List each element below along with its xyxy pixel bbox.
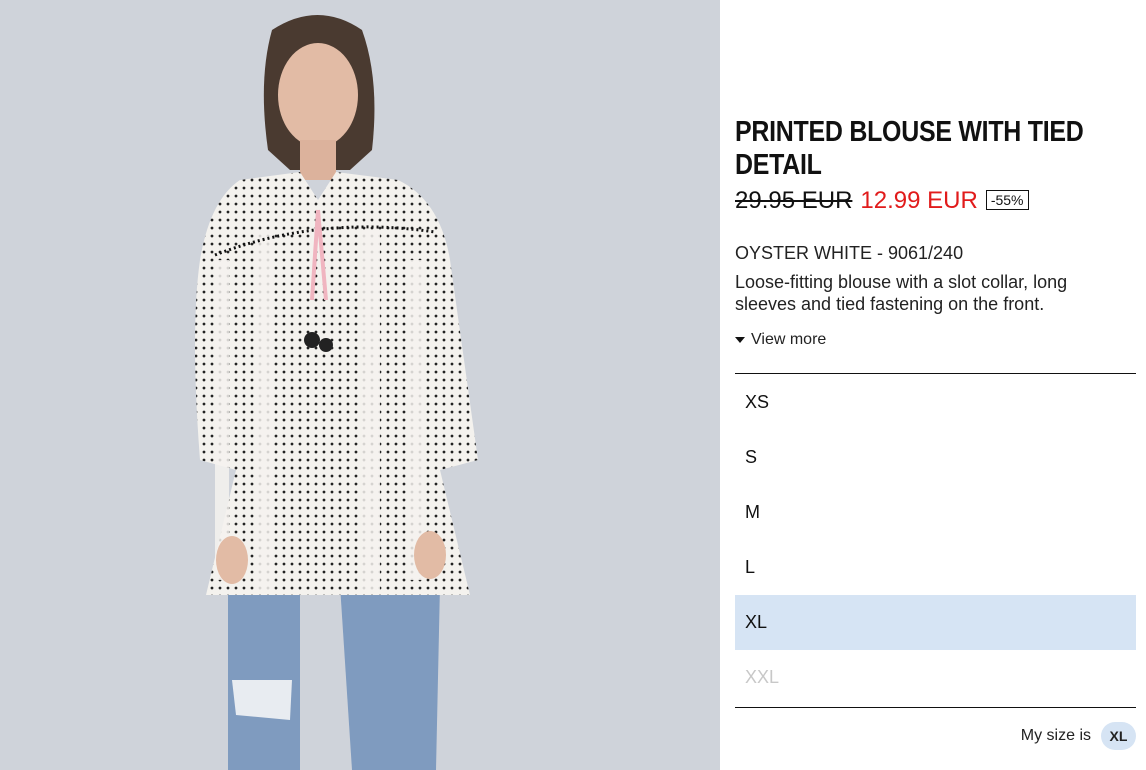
size-option-m[interactable]: M — [735, 485, 1136, 540]
price-row: 29.95 EUR 12.99 EUR -55% — [735, 187, 1029, 215]
discount-badge: -55% — [985, 190, 1029, 210]
view-more-label: View more — [751, 331, 827, 348]
my-size-indicator: My size is XL — [1021, 722, 1136, 750]
product-title: PRINTED BLOUSE WITH TIED DETAIL — [735, 116, 1084, 181]
view-more-button[interactable]: View more — [735, 331, 826, 349]
size-option-s[interactable]: S — [735, 430, 1136, 485]
size-option-l[interactable]: L — [735, 540, 1136, 595]
my-size-label: My size is — [1020, 727, 1091, 744]
size-option-xl[interactable]: XL — [735, 595, 1136, 650]
sale-price: 12.99 EUR — [860, 187, 978, 214]
size-option-xs[interactable]: XS — [735, 375, 1136, 430]
product-description: Loose-fitting blouse with a slot collar,… — [735, 272, 1068, 314]
old-price: 29.95 EUR — [735, 187, 853, 214]
color-reference: OYSTER WHITE - 9061/240 — [735, 243, 964, 263]
size-option-xxl[interactable]: XXL — [735, 650, 1136, 705]
product-image[interactable] — [0, 0, 720, 770]
product-details-panel: PRINTED BLOUSE WITH TIED DETAIL 29.95 EU… — [735, 0, 1136, 770]
size-selector: XS S M L XL XXL — [735, 373, 1136, 708]
caret-down-icon — [735, 337, 745, 343]
model-photo-illustration — [0, 0, 720, 770]
my-size-badge[interactable]: XL — [1101, 722, 1136, 750]
